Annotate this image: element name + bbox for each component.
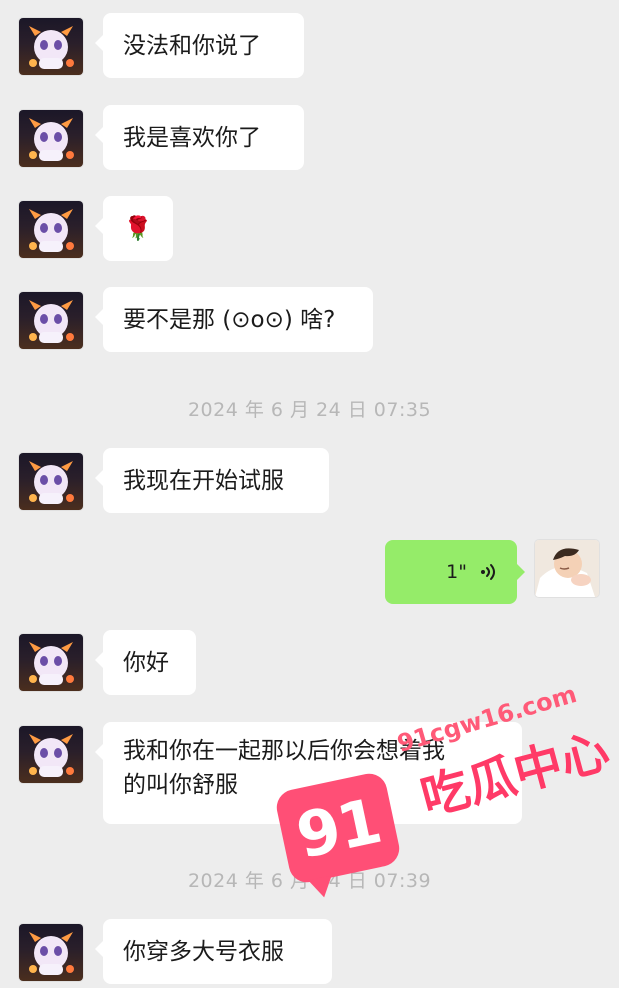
contact-avatar[interactable] [19, 292, 83, 349]
baby-avatar-icon [535, 540, 599, 597]
dragon-avatar-icon [29, 461, 74, 504]
timestamp: 2024 年 6 月 24 日 07:35 [187, 399, 432, 421]
message-bubble-4[interactable]: 要不是那 (⊙o⊙) 啥? [95, 287, 373, 352]
message-bubble-6[interactable]: 你好 [95, 630, 196, 695]
message-text-2: 我是喜欢你了 [123, 124, 261, 151]
dragon-avatar-icon [29, 209, 74, 252]
message-text-5: 我现在开始试服 [123, 467, 284, 494]
dragon-avatar-icon [29, 118, 74, 161]
message-bubble-3[interactable]: 🌹 [95, 196, 173, 261]
voice-message-bubble[interactable]: 1" [385, 540, 525, 604]
voice-duration: 1" [446, 561, 467, 583]
voice-message: 1" [403, 555, 499, 589]
message-text-6: 你好 [123, 649, 169, 676]
contact-avatar[interactable] [19, 726, 83, 783]
dragon-avatar-icon [29, 300, 74, 343]
message-bubble-5[interactable]: 我现在开始试服 [95, 448, 329, 513]
timestamp: 2024 年 6 月 24 日 07:39 [187, 870, 432, 892]
message-bubble-7[interactable]: 我和你在一起那以后你会想着我 的叫你舒服 [95, 722, 522, 824]
message-text-7: 我和你在一起那以后你会想着我 的叫你舒服 [123, 738, 445, 798]
contact-avatar[interactable] [19, 18, 83, 75]
message-text-4: 要不是那 (⊙o⊙) 啥? [123, 306, 336, 333]
dragon-avatar-icon [29, 932, 74, 975]
contact-avatar[interactable] [19, 110, 83, 167]
message-bubble-2[interactable]: 我是喜欢你了 [95, 105, 304, 170]
message-text-8: 你穿多大号衣服 [123, 938, 284, 965]
contact-avatar[interactable] [19, 634, 83, 691]
voice-wave-icon [481, 564, 495, 580]
dragon-avatar-icon [29, 26, 74, 69]
rose-emoji: 🌹 [123, 215, 153, 242]
contact-avatar[interactable] [19, 924, 83, 981]
message-bubble-8[interactable]: 你穿多大号衣服 [95, 919, 332, 984]
message-text-1: 没法和你说了 [123, 32, 261, 59]
message-bubble-1[interactable]: 没法和你说了 [95, 13, 304, 78]
dragon-avatar-icon [29, 734, 74, 777]
chat-view: 没法和你说了 我是喜欢你了 🌹 要不是那 (⊙o⊙) 啥? 2024 年 6 月… [0, 0, 619, 988]
contact-avatar[interactable] [19, 201, 83, 258]
dragon-avatar-icon [29, 642, 74, 685]
contact-avatar[interactable] [19, 453, 83, 510]
self-avatar[interactable] [535, 540, 599, 597]
